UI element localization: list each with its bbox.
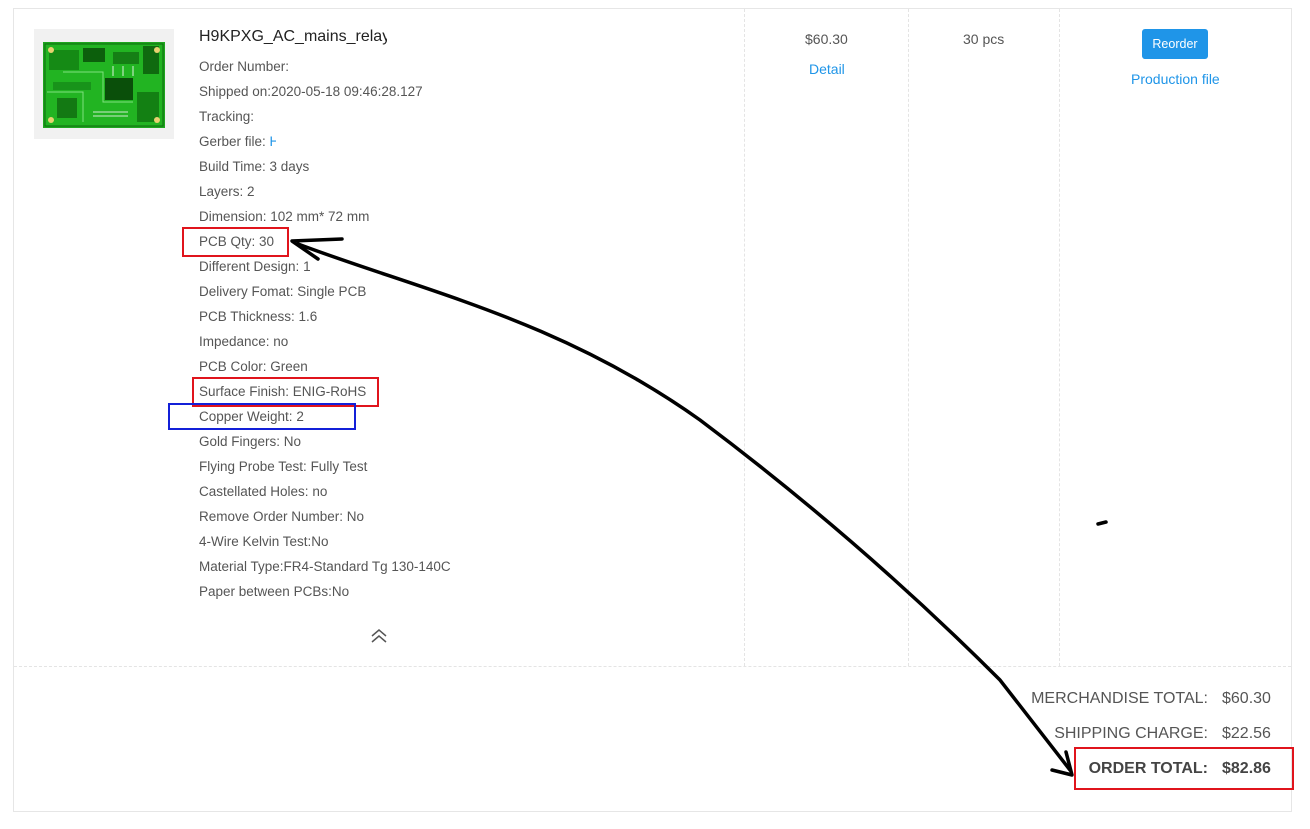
spec-label: Gerber file: <box>199 134 270 149</box>
spec-line: Order Number: <box>199 59 289 75</box>
spec-line: Paper between PCBs:No <box>199 584 349 600</box>
spec-label: Dimension: <box>199 209 271 224</box>
spec-label: Castellated Holes: <box>199 484 313 499</box>
spec-line: Tracking: <box>199 109 254 125</box>
price-detail-link[interactable]: Detail <box>809 61 845 77</box>
spec-line: Material Type:FR4-Standard Tg 130-140C <box>199 559 451 575</box>
spec-label: PCB Color: <box>199 359 271 374</box>
spec-line: Impedance: no <box>199 334 288 350</box>
spec-label: 4-Wire Kelvin Test: <box>199 534 312 549</box>
gerber-file-link[interactable]: H <box>270 134 276 150</box>
pcb-board-image <box>43 42 165 128</box>
spec-label: Order Number: <box>199 59 290 74</box>
column-divider <box>1059 9 1060 666</box>
spec-value: 1.6 <box>298 309 318 324</box>
spec-label: Impedance: <box>199 334 274 349</box>
spec-label: Build Time: <box>199 159 270 174</box>
merchandise-total-value: $60.30 <box>1222 690 1271 707</box>
spec-label: Gold Fingers: <box>199 434 284 449</box>
spec-line: Gold Fingers: No <box>199 434 301 450</box>
spec-value: 2 <box>247 184 255 199</box>
spec-label: Different Design: <box>199 259 304 274</box>
spec-line: Dimension: 102 mm* 72 mm <box>199 209 369 225</box>
production-file-link[interactable]: Production file <box>1131 71 1220 87</box>
spec-line: PCB Color: Green <box>199 359 308 375</box>
spec-value: 1 <box>303 259 311 274</box>
spec-value: No <box>331 584 350 599</box>
spec-line: Layers: 2 <box>199 184 255 200</box>
spec-line: Delivery Fomat: Single PCB <box>199 284 366 300</box>
spec-line: Flying Probe Test: Fully Test <box>199 459 367 475</box>
shipping-charge-value: $22.56 <box>1222 725 1271 742</box>
spec-value: Green <box>270 359 308 374</box>
spec-value: 2020-05-18 09:46:28.127 <box>271 84 423 99</box>
shipping-charge-label: SHIPPING CHARGE: <box>1054 725 1208 742</box>
spec-value: Fully Test <box>310 459 368 474</box>
spec-label: Remove Order Number: <box>199 509 347 524</box>
spec-label: Paper between PCBs: <box>199 584 332 599</box>
spec-line: Shipped on:2020-05-18 09:46:28.127 <box>199 84 423 100</box>
highlight-box-copper-weight <box>168 403 356 430</box>
spec-line: Different Design: 1 <box>199 259 311 275</box>
spec-value: Single PCB <box>297 284 367 299</box>
spec-label: Flying Probe Test: <box>199 459 311 474</box>
row-divider <box>14 666 1291 667</box>
unit-price: $60.30 <box>805 31 848 47</box>
spec-line: Gerber file: H <box>199 134 276 150</box>
spec-value: No <box>283 434 302 449</box>
quantity-value: 30 pcs <box>963 31 1005 47</box>
spec-label: Tracking: <box>199 109 255 124</box>
spec-value: 3 days <box>269 159 310 174</box>
spec-value: no <box>273 334 289 349</box>
pcb-thumbnail[interactable] <box>34 29 174 139</box>
spec-line: 4-Wire Kelvin Test:No <box>199 534 329 550</box>
spec-line: Build Time: 3 days <box>199 159 309 175</box>
spec-value: FR4-Standard Tg 130-140C <box>283 559 451 574</box>
spec-label: PCB Thickness: <box>199 309 299 324</box>
spec-label: Shipped on: <box>199 84 272 99</box>
spec-line: PCB Thickness: 1.6 <box>199 309 317 325</box>
double-chevron-up-icon[interactable] <box>369 627 389 645</box>
spec-value: No <box>311 534 329 549</box>
reorder-button[interactable]: Reorder <box>1142 29 1208 59</box>
spec-value: No <box>346 509 365 524</box>
highlight-box-order-total <box>1074 747 1294 790</box>
product-title: H9KPXG_AC_mains_relay <box>199 28 387 45</box>
spec-line: Remove Order Number: No <box>199 509 364 525</box>
spec-label: Delivery Fomat: <box>199 284 298 299</box>
spec-label: Material Type: <box>199 559 284 574</box>
spec-line: Castellated Holes: no <box>199 484 327 500</box>
spec-value: 102 mm* 72 mm <box>270 209 370 224</box>
column-divider <box>744 9 745 666</box>
spec-label: Layers: <box>199 184 248 199</box>
spec-value: no <box>312 484 328 499</box>
highlight-box-pcb-qty <box>182 227 289 257</box>
column-divider <box>908 9 909 666</box>
merchandise-total-label: MERCHANDISE TOTAL: <box>1031 690 1208 707</box>
